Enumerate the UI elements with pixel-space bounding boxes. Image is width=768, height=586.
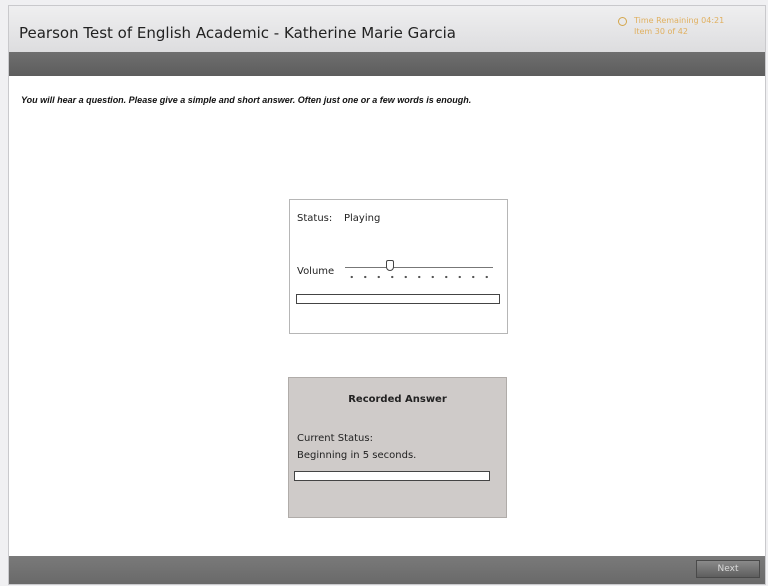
volume-slider-track[interactable] — [345, 267, 493, 268]
current-status-label: Current Status: — [297, 433, 373, 444]
test-window: Pearson Test of English Academic - Kathe… — [8, 5, 766, 585]
recorded-answer-panel: Recorded Answer Current Status: Beginnin… — [288, 377, 507, 518]
status-value: Playing — [344, 213, 381, 224]
toolbar-bar — [9, 52, 765, 76]
item-counter: Item 30 of 42 — [634, 27, 688, 36]
audio-progress-bar — [296, 294, 500, 304]
volume-slider-handle[interactable] — [386, 260, 394, 271]
footer-bar: Next — [9, 556, 765, 584]
volume-slider-ticks — [345, 274, 493, 280]
audio-player-panel: Status: Playing Volume — [289, 199, 508, 334]
page-title: Pearson Test of English Academic - Kathe… — [19, 24, 456, 42]
next-button[interactable]: Next — [696, 560, 760, 578]
time-remaining: Time Remaining 04:21 — [634, 16, 725, 25]
volume-label: Volume — [297, 266, 335, 277]
recording-progress-bar — [294, 471, 490, 481]
header: Pearson Test of English Academic - Kathe… — [9, 6, 765, 52]
recorded-answer-title: Recorded Answer — [348, 394, 447, 405]
status-label: Status: — [297, 213, 333, 224]
clock-icon — [618, 17, 627, 26]
current-status-value: Beginning in 5 seconds. — [297, 450, 417, 461]
instruction-text: You will hear a question. Please give a … — [21, 95, 472, 105]
